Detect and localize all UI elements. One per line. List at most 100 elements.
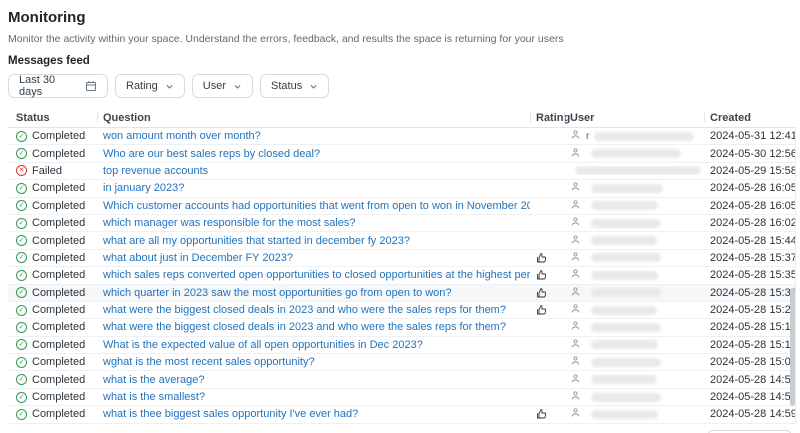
question-cell: which quarter in 2023 saw the most oppor… — [97, 287, 530, 299]
user-icon — [570, 181, 581, 195]
created-timestamp: 2024-05-28 16:05:00 — [704, 200, 795, 212]
user-name-redacted — [591, 271, 658, 280]
check-circle-icon: ✓ — [16, 200, 27, 211]
status-cell: ✓ ✕ Completed — [8, 130, 97, 142]
question-link[interactable]: What is the expected value of all open o… — [103, 339, 423, 351]
check-circle-icon: ✓ — [16, 374, 27, 385]
check-circle-icon: ✓ — [16, 183, 27, 194]
table-row: ✓ ✕ Failed top revenue accounts — [8, 163, 795, 180]
rating-cell — [530, 252, 564, 264]
user-cell: r — [564, 129, 704, 143]
user-name-redacted — [591, 253, 661, 262]
created-timestamp: 2024-05-28 15:11:16 — [704, 339, 795, 351]
user-icon — [570, 216, 581, 230]
created-timestamp: 2024-05-28 15:25:20 — [704, 304, 795, 316]
user-name-redacted — [591, 219, 661, 228]
check-circle-icon: ✓ — [16, 305, 27, 316]
table-header: Status Question Rating User Created — [8, 108, 796, 128]
question-link[interactable]: what are all my opportunities that start… — [103, 235, 410, 247]
table-row: ✓ ✕ Completed what is the average? — [8, 371, 795, 388]
status-label: Completed — [32, 408, 85, 420]
status-cell: ✓ ✕ Completed — [8, 339, 97, 351]
date-range-filter[interactable]: Last 30 days — [8, 74, 108, 98]
status-cell: ✓ ✕ Completed — [8, 148, 97, 160]
question-link[interactable]: what about just in December FY 2023? — [103, 252, 293, 264]
user-cell — [564, 216, 704, 230]
column-header-question: Question — [97, 108, 530, 127]
column-header-created: Created — [704, 108, 796, 127]
vertical-scrollbar-thumb[interactable] — [790, 288, 795, 406]
user-filter[interactable]: User — [192, 74, 253, 98]
status-label: Completed — [32, 356, 85, 368]
user-cell — [564, 251, 704, 265]
question-link[interactable]: what is the smallest? — [103, 391, 205, 403]
question-link[interactable]: what is the average? — [103, 374, 205, 386]
status-cell: ✓ ✕ Completed — [8, 200, 97, 212]
user-cell — [564, 338, 704, 352]
question-link[interactable]: won amount month over month? — [103, 130, 261, 142]
table-row: ✓ ✕ Completed Who are our best sales rep… — [8, 145, 795, 162]
rating-cell — [530, 304, 564, 316]
user-name-redacted — [591, 358, 661, 367]
question-cell: what is thee biggest sales opportunity I… — [97, 408, 530, 420]
question-link[interactable]: what is thee biggest sales opportunity I… — [103, 408, 358, 420]
thumbs-up-icon — [536, 269, 564, 281]
table-row: ✓ ✕ Completed Which customer accounts ha… — [8, 198, 795, 215]
user-icon — [570, 355, 581, 369]
rating-cell — [530, 408, 564, 420]
created-timestamp: 2024-05-28 15:11:47 — [704, 321, 795, 333]
thumbs-up-icon — [536, 287, 564, 299]
question-link[interactable]: in january 2023? — [103, 182, 184, 194]
user-name-redacted — [591, 340, 658, 349]
question-link[interactable]: which sales reps converted open opportun… — [103, 269, 530, 281]
check-circle-icon: ✓ — [16, 322, 27, 333]
thumbs-down-icon — [536, 252, 564, 264]
status-cell: ✓ ✕ Completed — [8, 374, 97, 386]
column-header-user: User — [564, 108, 704, 127]
question-link[interactable]: what were the biggest closed deals in 20… — [103, 321, 506, 333]
check-circle-icon: ✓ — [16, 131, 27, 142]
created-timestamp: 2024-05-30 12:56:25 — [704, 148, 795, 160]
question-link[interactable]: Who are our best sales reps by closed de… — [103, 148, 320, 160]
filter-bar: Last 30 days Rating User Status — [8, 74, 800, 98]
calendar-icon — [85, 80, 97, 92]
user-name-redacted — [591, 393, 661, 402]
table-row: ✓ ✕ Completed what is thee biggest sales… — [8, 406, 795, 423]
status-cell: ✓ ✕ Completed — [8, 182, 97, 194]
user-cell — [564, 166, 704, 175]
user-cell — [564, 286, 704, 300]
table-row: ✓ ✕ Completed What is the expected value… — [8, 337, 795, 354]
table-row: ✓ ✕ Completed wghat is the most recent s… — [8, 354, 795, 371]
page-size-select[interactable]: 50 / page — [707, 430, 792, 433]
question-cell: what were the biggest closed deals in 20… — [97, 321, 530, 333]
user-name-redacted — [591, 323, 661, 332]
status-filter[interactable]: Status — [260, 74, 329, 98]
question-cell: wghat is the most recent sales opportuni… — [97, 356, 530, 368]
created-timestamp: 2024-05-28 15:44:49 — [704, 235, 795, 247]
table-row: ✓ ✕ Completed what is the smallest? — [8, 389, 795, 406]
user-icon — [570, 390, 581, 404]
table-row: ✓ ✕ Completed which sales reps converted… — [8, 267, 795, 284]
question-link[interactable]: Which customer accounts had opportunitie… — [103, 200, 530, 212]
table-row: ✓ ✕ Completed won amount month over mont… — [8, 128, 795, 145]
question-link[interactable]: what were the biggest closed deals in 20… — [103, 304, 506, 316]
question-cell: What is the expected value of all open o… — [97, 339, 530, 351]
status-label: Completed — [32, 339, 85, 351]
page-subtitle: Monitor the activity within your space. … — [8, 33, 800, 45]
question-link[interactable]: top revenue accounts — [103, 165, 208, 177]
status-cell: ✓ ✕ Completed — [8, 252, 97, 264]
user-cell — [564, 147, 704, 161]
question-link[interactable]: which manager was responsible for the mo… — [103, 217, 356, 229]
check-circle-icon: ✓ — [16, 270, 27, 281]
created-timestamp: 2024-05-31 12:41:05 — [704, 130, 795, 142]
question-link[interactable]: wghat is the most recent sales opportuni… — [103, 356, 315, 368]
created-timestamp: 2024-05-28 16:05:35 — [704, 182, 795, 194]
status-label: Completed — [32, 287, 85, 299]
question-link[interactable]: which quarter in 2023 saw the most oppor… — [103, 287, 452, 299]
user-cell — [564, 199, 704, 213]
rating-filter[interactable]: Rating — [115, 74, 185, 98]
question-cell: what were the biggest closed deals in 20… — [97, 304, 530, 316]
status-cell: ✓ ✕ Completed — [8, 235, 97, 247]
pagination: ‹ Previous Next › 50 / page — [8, 430, 800, 433]
user-name-redacted — [591, 149, 681, 158]
